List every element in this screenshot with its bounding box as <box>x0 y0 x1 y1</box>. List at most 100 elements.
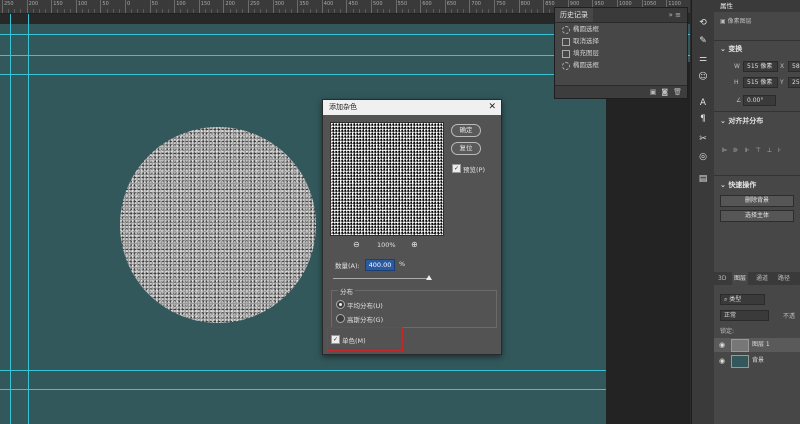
amount-slider-handle[interactable] <box>426 275 432 280</box>
guide-line <box>0 389 690 390</box>
uniform-radio[interactable] <box>336 300 345 309</box>
history-tab[interactable]: 历史记录 <box>555 8 593 22</box>
close-icon[interactable]: ✕ <box>488 100 496 115</box>
history-item-label: 椭圆选框 <box>573 61 599 69</box>
monochromatic-checkbox[interactable]: ✓ <box>331 335 340 344</box>
tools-icon[interactable]: ✂ <box>696 132 710 146</box>
width-field[interactable]: 515 像素 <box>743 61 778 72</box>
ruler-tick <box>260 9 262 13</box>
amount-slider[interactable] <box>333 275 432 280</box>
ruler-tick <box>192 9 195 13</box>
layer-row[interactable]: ◉ 背景 <box>714 354 800 368</box>
ellipse-select-icon <box>562 62 570 70</box>
distribution-title: 分布 <box>338 286 355 296</box>
panel-menu-icon[interactable]: » ≡ <box>669 8 681 22</box>
ruler-tick <box>161 9 164 13</box>
lock-label: 锁定: <box>720 328 735 335</box>
reset-button[interactable]: 复位 <box>451 142 481 155</box>
brush-icon[interactable]: ✎ <box>696 34 710 48</box>
ruler-tick <box>106 9 109 13</box>
ruler-tick <box>487 9 490 13</box>
eye-icon[interactable]: ◉ <box>719 354 725 368</box>
ruler-tick <box>303 9 305 13</box>
people-icon[interactable]: ☺ <box>696 70 710 84</box>
layer-row[interactable]: ◉ 图层 1 <box>714 338 800 352</box>
ruler-tick <box>217 9 219 13</box>
ruler-tick <box>315 9 318 13</box>
height-field[interactable]: 515 像素 <box>743 77 778 88</box>
ruler-tick <box>278 9 281 13</box>
ruler-tick <box>229 9 232 13</box>
ruler-tick <box>143 9 145 13</box>
remove-background-button[interactable]: 删除背景 <box>720 195 794 207</box>
history-item[interactable]: 椭圆选框 <box>555 59 687 71</box>
properties-tab[interactable]: 属性 <box>714 0 800 12</box>
ruler-tick <box>155 9 158 13</box>
history-item[interactable]: 填充图层 <box>555 47 687 59</box>
layer-thumbnail <box>731 355 749 368</box>
ruler-tick <box>463 9 465 13</box>
angle-icon: ∠ <box>736 97 742 104</box>
ruler-tick <box>309 9 312 13</box>
align-title: ⌄ 对齐并分布 <box>720 117 764 125</box>
ruler-tick <box>340 9 342 13</box>
ruler-tick <box>32 9 35 13</box>
camera-icon[interactable]: ◙ <box>661 88 668 96</box>
ruler-tick <box>407 9 410 13</box>
export-icon[interactable]: ▤ <box>696 172 710 186</box>
layer-name: 背景 <box>752 357 765 364</box>
tab-layers[interactable]: 图层 <box>732 272 749 285</box>
guide-line <box>10 14 11 424</box>
paragraph-icon[interactable]: ¶ <box>696 112 710 126</box>
new-snapshot-icon[interactable]: ▣ <box>650 88 657 96</box>
guide-line <box>0 370 690 371</box>
shape-icon[interactable]: ◎ <box>696 150 710 164</box>
select-subject-button[interactable]: 选择主体 <box>720 210 794 222</box>
blend-mode-select[interactable]: 正常 <box>720 310 769 321</box>
zoom-in-icon[interactable]: ⊕ <box>411 240 418 249</box>
amount-input[interactable]: 400.00 <box>365 259 395 271</box>
transform-title: ⌄ 变换 <box>720 45 743 53</box>
history-item[interactable]: 取消选择 <box>555 35 687 47</box>
ruler-tick <box>69 9 72 13</box>
ruler-tick <box>63 9 66 13</box>
eye-icon[interactable]: ◉ <box>719 338 725 352</box>
adjust-icon[interactable]: ⚌ <box>696 52 710 66</box>
zoom-out-icon[interactable]: ⊖ <box>353 240 360 249</box>
tab-channels[interactable]: 通道 <box>754 272 770 285</box>
noise-preview[interactable] <box>330 122 444 236</box>
history-item[interactable]: 椭圆选框 <box>555 23 687 35</box>
angle-field[interactable]: 0.00° <box>743 95 776 106</box>
trash-icon[interactable]: 🗑 <box>673 88 682 96</box>
ok-button[interactable]: 确定 <box>451 124 481 137</box>
history-item-label: 取消选择 <box>573 37 599 45</box>
divider <box>714 111 800 112</box>
history-panel-icon[interactable]: ⟲ <box>696 16 710 30</box>
character-icon[interactable]: A <box>696 96 710 110</box>
pixel-layer-label: ▣ 像素图层 <box>720 18 752 25</box>
amount-label: 数量(A): <box>335 262 360 270</box>
tab-paths[interactable]: 路径 <box>776 272 792 285</box>
w-label: W <box>734 63 740 70</box>
ruler-tick <box>506 9 508 13</box>
x-field[interactable]: 58 <box>788 61 800 72</box>
ruler-tick <box>438 9 441 13</box>
zoom-level: 100% <box>377 241 396 249</box>
y-field[interactable]: 25 <box>788 77 800 88</box>
ruler-tick <box>38 9 41 13</box>
layer-thumbnail <box>731 339 749 352</box>
ruler-tick <box>530 9 533 13</box>
align-buttons[interactable]: ⊫⊪⊩⊤⊥⊦ <box>722 147 787 154</box>
h-label: H <box>734 79 739 86</box>
preview-checkbox[interactable]: ✓ <box>452 164 461 173</box>
gaussian-radio[interactable] <box>336 314 345 323</box>
ruler-tick <box>112 9 115 13</box>
ruler-tick <box>414 9 416 13</box>
tab-3d[interactable]: 3D <box>716 272 728 285</box>
ruler-tick <box>389 9 391 13</box>
layer-filter-select[interactable]: ⌕ 类型 <box>720 294 765 305</box>
quick-actions-title: ⌄ 快速操作 <box>720 181 757 189</box>
ruler-tick <box>137 9 139 13</box>
noise-circle <box>120 127 316 323</box>
history-panel: 历史记录 » ≡ 椭圆选框 取消选择 填充图层 椭圆选框 ▣ ◙ 🗑 <box>554 7 688 99</box>
